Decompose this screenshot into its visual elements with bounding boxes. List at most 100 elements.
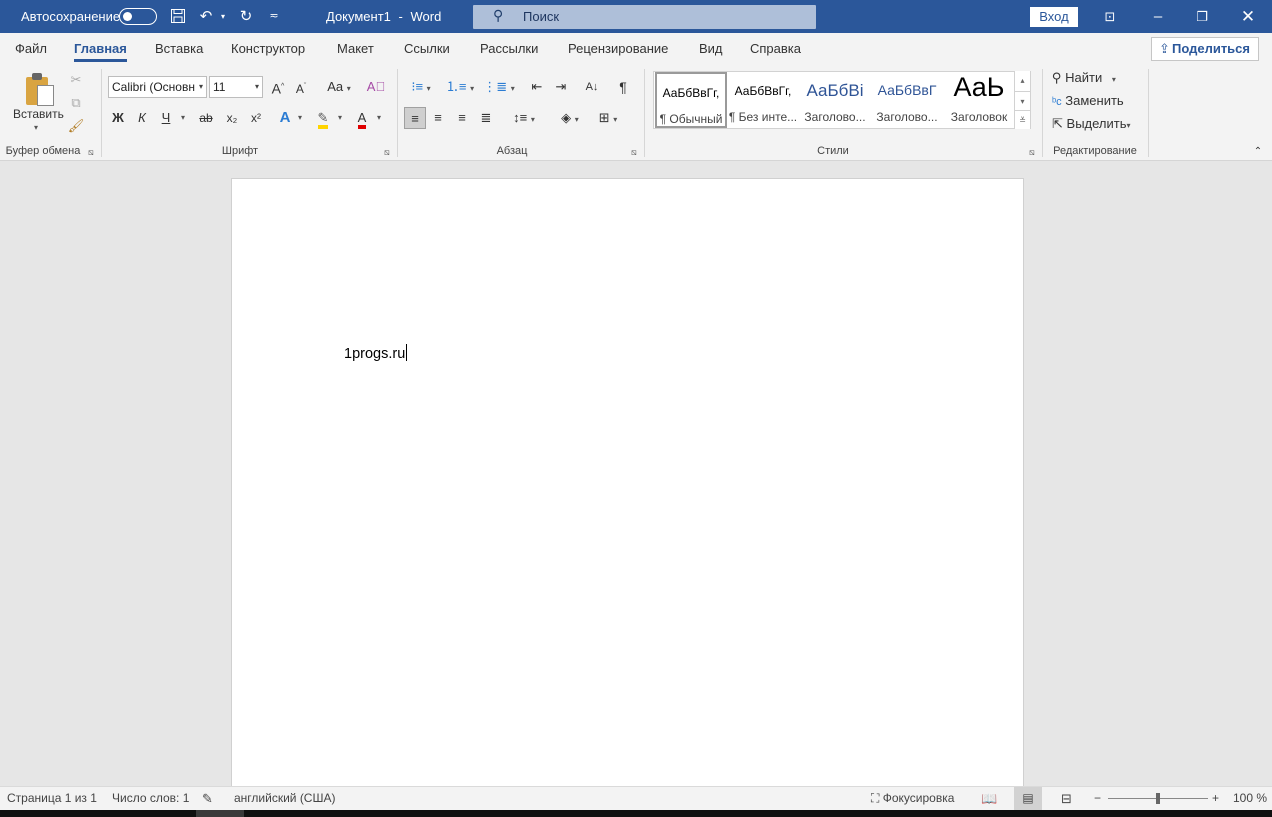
line-spacing-button[interactable]: ↕≡ ▾: [507, 107, 541, 129]
select-button[interactable]: ⇱ Выделить▾: [1052, 113, 1131, 135]
gallery-more-icon[interactable]: ≚: [1014, 110, 1030, 129]
share-button[interactable]: ⇪ Поделиться: [1151, 37, 1259, 61]
text-effects-dropdown-icon[interactable]: ▾: [295, 107, 305, 129]
font-launcher-icon[interactable]: ⧅: [384, 147, 390, 158]
tab-mailings[interactable]: Рассылки: [480, 33, 538, 65]
align-right-icon[interactable]: ≡: [452, 107, 472, 129]
find-button[interactable]: ⚲ Найти ▾: [1052, 67, 1116, 89]
decrease-indent-icon[interactable]: ⇤: [527, 76, 547, 98]
collapse-ribbon-icon[interactable]: ⌃: [1250, 141, 1266, 163]
document-page[interactable]: 1progs.ru: [231, 178, 1024, 798]
clear-formatting-icon[interactable]: A⃠: [366, 76, 386, 98]
gallery-up-icon[interactable]: ▴: [1014, 71, 1030, 91]
tab-file[interactable]: Файл: [15, 33, 47, 65]
paste-button[interactable]: Вставить ▾: [8, 67, 68, 137]
styles-launcher-icon[interactable]: ⧅: [1029, 147, 1035, 158]
tab-insert[interactable]: Вставка: [155, 33, 203, 65]
style-name: Заголово...: [804, 110, 866, 124]
font-size-combo[interactable]: 11 ▾: [209, 76, 263, 98]
multilevel-list-button[interactable]: ⋮≣ ▾: [482, 76, 516, 98]
restore-icon[interactable]: ❐: [1190, 0, 1214, 33]
style-title[interactable]: АаЬ Заголовок: [943, 72, 1015, 128]
tab-view[interactable]: Вид: [699, 33, 723, 65]
shrink-font-button[interactable]: Aˇ: [292, 76, 310, 98]
replace-button[interactable]: ᵇc Заменить: [1052, 90, 1124, 112]
format-painter-icon[interactable]: 🖌: [67, 115, 85, 137]
gallery-down-icon[interactable]: ▾: [1014, 91, 1030, 111]
paragraph-launcher-icon[interactable]: ⧅: [631, 147, 637, 158]
focus-button[interactable]: ⛶ Фокусировка: [871, 787, 954, 810]
autosave-toggle[interactable]: [119, 8, 157, 25]
document-body[interactable]: 1progs.ru: [344, 344, 408, 362]
word-count[interactable]: Число слов: 1: [112, 787, 189, 810]
share-icon: ⇪: [1159, 41, 1170, 56]
clipboard-launcher-icon[interactable]: ⧅: [88, 147, 94, 158]
style-name: ¶ Без инте...: [728, 110, 798, 124]
style-heading-1[interactable]: АаБбВі Заголово...: [799, 72, 871, 128]
language[interactable]: английский (США): [234, 787, 335, 810]
taskbar-active-app[interactable]: [196, 810, 244, 817]
page-count[interactable]: Страница 1 из 1: [7, 787, 97, 810]
style-normal[interactable]: АаБбВвГг, ¶ Обычный: [655, 72, 727, 128]
tab-home[interactable]: Главная: [74, 33, 127, 65]
copy-icon[interactable]: ⧉: [67, 92, 85, 114]
proofing-icon[interactable]: ✎: [202, 787, 213, 810]
redo-icon[interactable]: ↻: [235, 0, 257, 33]
style-preview: АаЬ: [953, 72, 1005, 102]
read-mode-icon[interactable]: 📖: [981, 787, 997, 810]
ribbon-display-options-icon[interactable]: ⊡: [1098, 0, 1122, 33]
font-color-button[interactable]: A: [353, 107, 371, 129]
zoom-out-icon[interactable]: −: [1094, 787, 1101, 810]
tab-references[interactable]: Ссылки: [404, 33, 450, 65]
tab-design[interactable]: Конструктор: [231, 33, 305, 65]
show-marks-icon[interactable]: ¶: [614, 76, 632, 98]
paste-label: Вставить: [13, 107, 64, 121]
tab-help[interactable]: Справка: [750, 33, 801, 65]
style-heading-2[interactable]: АаБбВвГ Заголово...: [871, 72, 943, 128]
zoom-level[interactable]: 100 %: [1233, 787, 1267, 810]
borders-button[interactable]: ⊞ ▾: [591, 107, 625, 129]
bold-button[interactable]: Ж: [109, 107, 127, 129]
customize-toolbar-icon[interactable]: ≂: [264, 0, 284, 33]
change-case-button[interactable]: Aa ▾: [323, 76, 355, 98]
undo-icon[interactable]: ↶: [196, 0, 216, 33]
bullets-button[interactable]: ⁝≡ ▾: [404, 76, 438, 98]
divider: [1148, 69, 1149, 157]
minimize-icon[interactable]: –: [1146, 0, 1170, 33]
italic-button[interactable]: К: [133, 107, 151, 129]
highlight-dropdown-icon[interactable]: ▾: [335, 107, 345, 129]
text-effects-button[interactable]: A: [276, 107, 294, 129]
underline-button[interactable]: Ч: [157, 107, 175, 129]
underline-dropdown-icon[interactable]: ▾: [178, 107, 188, 129]
highlight-icon[interactable]: ✎: [313, 107, 333, 129]
style-no-spacing[interactable]: АаБбВвГг, ¶ Без инте...: [727, 72, 799, 128]
shading-button[interactable]: ◈ ▾: [553, 107, 587, 129]
justify-icon[interactable]: ≣: [476, 107, 496, 129]
subscript-button[interactable]: x₂: [222, 107, 242, 129]
increase-indent-icon[interactable]: ⇥: [551, 76, 571, 98]
zoom-in-icon[interactable]: +: [1212, 787, 1219, 810]
tab-review[interactable]: Рецензирование: [568, 33, 668, 65]
align-left-icon[interactable]: ≡: [404, 107, 426, 129]
zoom-slider-thumb[interactable]: [1156, 793, 1160, 804]
web-layout-icon[interactable]: ⊟: [1061, 787, 1072, 810]
undo-dropdown-icon[interactable]: ▾: [216, 0, 230, 33]
font-color-icon: A: [357, 111, 367, 129]
style-name: ¶ Обычный: [659, 112, 723, 126]
cut-icon[interactable]: ✂: [67, 69, 85, 91]
superscript-button[interactable]: x²: [246, 107, 266, 129]
search-box[interactable]: ⚲ Поиск: [473, 5, 816, 29]
sort-icon[interactable]: A↓: [582, 76, 602, 98]
print-layout-icon[interactable]: ▤: [1014, 787, 1042, 810]
align-center-icon[interactable]: ≡: [428, 107, 448, 129]
select-label: Выделить: [1066, 116, 1127, 131]
font-color-dropdown-icon[interactable]: ▾: [374, 107, 384, 129]
grow-font-button[interactable]: A^: [268, 76, 288, 98]
tab-layout[interactable]: Макет: [337, 33, 374, 65]
font-name-combo[interactable]: Calibri (Основн ▾: [108, 76, 207, 98]
save-icon[interactable]: [166, 0, 190, 33]
signin-button[interactable]: Вход: [1030, 7, 1078, 27]
close-icon[interactable]: ✕: [1236, 0, 1260, 33]
strikethrough-button[interactable]: ab: [195, 107, 217, 129]
numbering-button[interactable]: ⒈≡ ▾: [443, 76, 477, 98]
